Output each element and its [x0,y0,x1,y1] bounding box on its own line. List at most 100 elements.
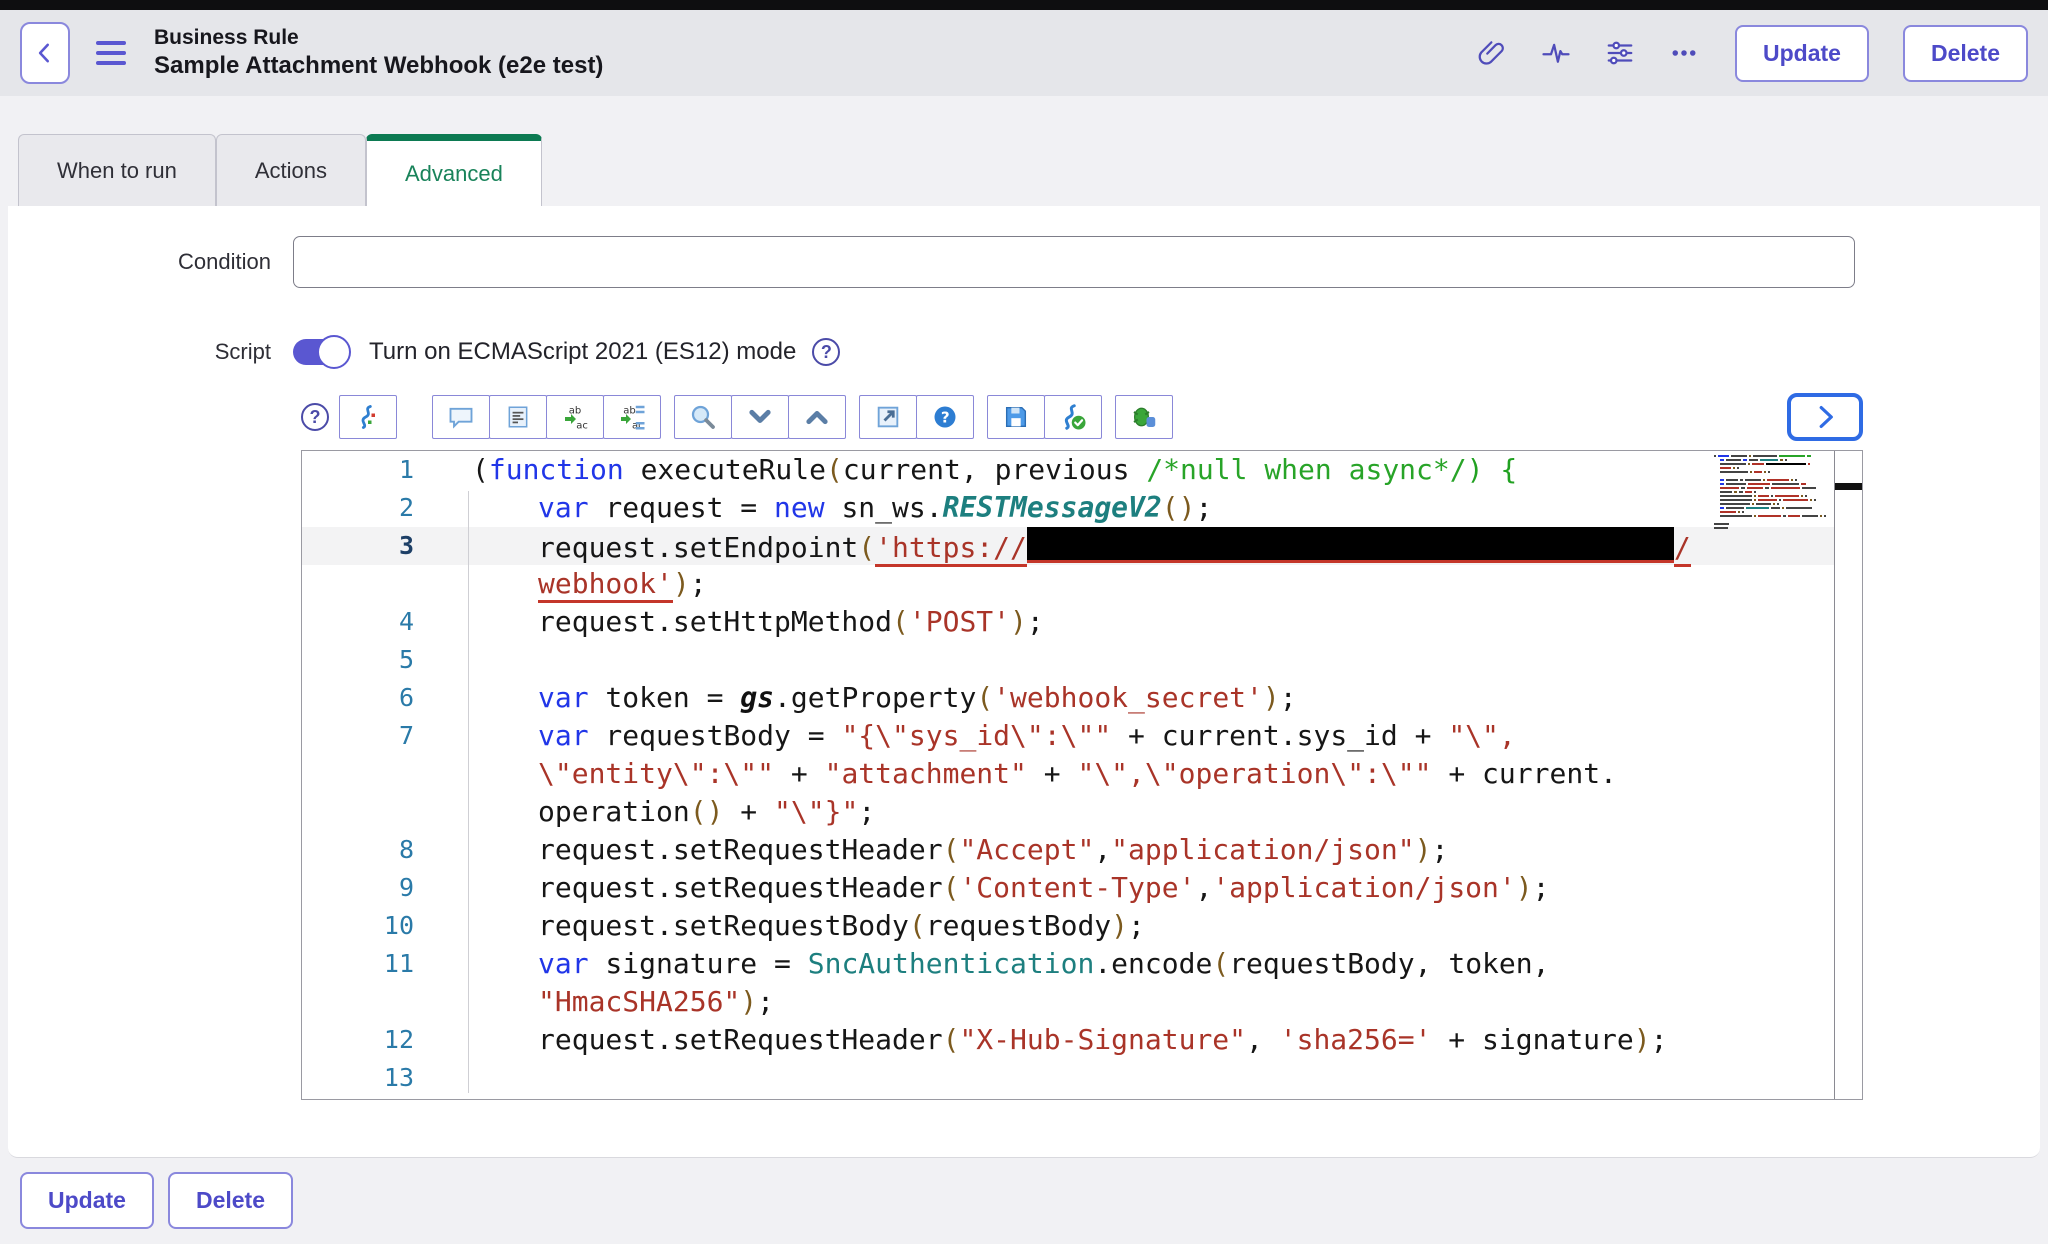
code-token: () [1162,491,1196,524]
code-line[interactable]: 10request.setRequestBody(requestBody); [302,907,1862,945]
code-token: ; [1533,871,1550,904]
debug-button[interactable] [1115,395,1173,439]
tab-advanced[interactable]: Advanced [366,134,542,206]
script-label: Script [8,339,293,365]
code-token: "{\"sys_id\":\"" [841,719,1111,752]
code-text: var request = new sn_ws.RESTMessageV2(); [432,489,1212,527]
code-line[interactable]: "HmacSHA256"); [302,983,1862,1021]
code-token: token = [589,681,741,714]
delete-button-header[interactable]: Delete [1903,25,2028,82]
save-floppy-icon [1002,403,1030,431]
search-button[interactable] [674,395,732,439]
syntax-scripting-button[interactable] [339,395,397,439]
script-row: Script Turn on ECMAScript 2021 (ES12) mo… [8,332,2040,372]
code-line[interactable]: 7var requestBody = "{\"sys_id\":\"" + cu… [302,717,1862,755]
script-editor-toolbar: ? ab ac [301,394,1863,440]
indent-guide [468,491,469,1093]
code-line[interactable]: 4request.setHttpMethod('POST'); [302,603,1862,641]
replace-all-button[interactable]: ab ac [603,395,661,439]
replace-button[interactable]: ab ac [546,395,604,439]
code-token: /*null when async*/ [1146,453,1466,486]
delete-button-footer[interactable]: Delete [168,1172,293,1229]
more-options-icon[interactable] [1667,36,1701,70]
update-button-header[interactable]: Update [1735,25,1869,82]
code-line[interactable]: \"entity\":\"" + "attachment" + "\",\"op… [302,755,1862,793]
code-text: var signature = SncAuthentication.encode… [432,945,1549,983]
minimap-line [1714,527,1832,530]
editor-help-icon[interactable]: ? [301,403,329,431]
code-token: + [774,757,825,790]
code-token: ; [1651,1023,1668,1056]
code-line[interactable]: 3request.setEndpoint('https:/// [302,527,1862,565]
code-line[interactable]: 5 [302,641,1862,679]
tab-actions[interactable]: Actions [216,134,366,206]
find-next-button[interactable] [731,395,789,439]
code-line[interactable]: 12request.setRequestHeader("X-Hub-Signat… [302,1021,1862,1059]
toggle-toolbar-button[interactable] [1787,393,1863,441]
code-token: / [1674,531,1691,567]
code-token: "\",\"operation\":\"" [1077,757,1431,790]
record-type-label: Business Rule [154,25,603,51]
code-line[interactable]: 11var signature = SncAuthentication.enco… [302,945,1862,983]
line-number [302,755,432,793]
format-code-button[interactable] [489,395,547,439]
code-token: + current.sys_id + [1111,719,1448,752]
code-token: request.setRequestHeader [538,833,943,866]
activity-stream-icon[interactable] [1539,36,1573,70]
code-token: 'POST' [909,605,1010,638]
es12-toggle[interactable] [293,339,347,365]
code-token: var [538,947,589,980]
code-line[interactable]: 6var token = gs.getProperty('webhook_sec… [302,679,1862,717]
line-number [302,983,432,1021]
code-line[interactable]: 8request.setRequestHeader("Accept","appl… [302,831,1862,869]
code-token: "X-Hub-Signature" [959,1023,1246,1056]
line-number: 7 [302,717,432,755]
validate-script-button[interactable] [1044,395,1102,439]
line-number: 9 [302,869,432,907]
context-menu-icon[interactable] [96,41,126,65]
minimap-line [1714,491,1832,494]
update-button-footer[interactable]: Update [20,1172,154,1229]
save-button[interactable] [987,395,1045,439]
code-text: request.setHttpMethod('POST'); [432,603,1044,641]
tab-when-to-run[interactable]: When to run [18,134,216,206]
editor-help-button[interactable]: ? [916,395,974,439]
code-line[interactable]: 1(function executeRule(current, previous… [302,451,1862,489]
code-token: "\"}" [774,795,858,828]
code-token: current, previous [843,453,1146,486]
scrollbar-thumb[interactable] [1835,483,1862,490]
back-button[interactable] [20,22,70,84]
code-line[interactable]: operation() + "\"}"; [302,793,1862,831]
code-token: "HmacSHA256" [538,985,740,1018]
open-fullscreen-button[interactable] [859,395,917,439]
code-line[interactable]: 13 [302,1059,1862,1097]
minimap-line [1714,467,1832,470]
code-token: , [1094,833,1111,866]
redacted-url-box [1027,527,1674,563]
code-text: operation() + "\"}"; [432,793,875,831]
code-token: + [723,795,774,828]
code-token: request.setRequestHeader [538,871,943,904]
replace-all-icon: ab ac [617,402,647,432]
es12-help-icon[interactable]: ? [812,338,840,366]
code-token: ; [1027,605,1044,638]
minimap[interactable] [1714,455,1832,531]
find-previous-button[interactable] [788,395,846,439]
editor-scrollbar[interactable] [1834,451,1862,1099]
code-token: function [489,453,624,486]
code-line[interactable]: webhook'); [302,565,1862,603]
line-number [302,793,432,831]
code-line[interactable]: 9request.setRequestHeader('Content-Type'… [302,869,1862,907]
line-number: 13 [302,1059,432,1097]
personalize-sliders-icon[interactable] [1603,36,1637,70]
code-token: request.setHttpMethod [538,605,892,638]
script-code-editor[interactable]: 1(function executeRule(current, previous… [301,450,1863,1100]
attachment-icon[interactable] [1475,36,1509,70]
record-title: Business Rule Sample Attachment Webhook … [154,25,603,81]
code-token: ; [858,795,875,828]
comment-button[interactable] [432,395,490,439]
code-text: request.setRequestHeader("X-Hub-Signatur… [432,1021,1667,1059]
line-number: 2 [302,489,432,527]
condition-input[interactable] [293,236,1855,288]
code-line[interactable]: 2var request = new sn_ws.RESTMessageV2()… [302,489,1862,527]
